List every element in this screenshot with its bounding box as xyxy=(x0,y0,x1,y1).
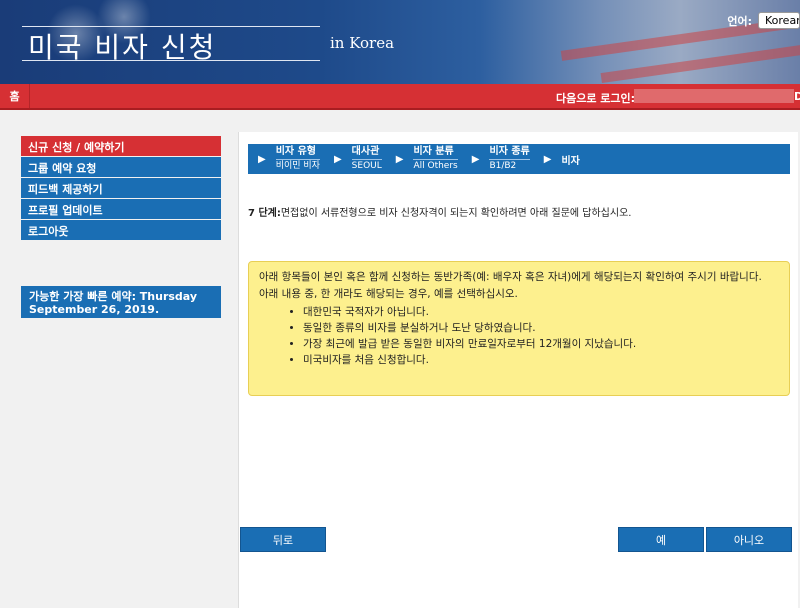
no-button[interactable]: 아니오 xyxy=(706,527,792,552)
breadcrumb-visa: ▶ 비자 xyxy=(544,152,580,167)
play-arrow-icon: ▶ xyxy=(543,153,552,165)
step-number: 7 단계: xyxy=(248,208,281,219)
sidebar-item-logout[interactable]: 로그아웃 xyxy=(21,220,221,240)
sidebar-item-new-application[interactable]: 신규 신청 / 예약하기 xyxy=(21,136,221,156)
list-item: 동일한 종류의 비자를 분실하거나 도난 당하였습니다. xyxy=(303,320,779,336)
step-instruction: 7 단계:면접없이 서류전형으로 비자 신청자격이 되는지 확인하려면 아래 질… xyxy=(248,204,631,219)
yes-button[interactable]: 예 xyxy=(618,527,704,552)
breadcrumb-visa-type: ▶ 비자 유형 비이민 비자 xyxy=(258,146,320,172)
site-header: 미국 비자 신청 in Korea 언어: Korean xyxy=(0,0,800,84)
language-label: 언어: xyxy=(727,14,752,28)
sidebar-menu: 신규 신청 / 예약하기 그룹 예약 요청 피드백 제공하기 프로필 업데이트 … xyxy=(21,136,221,241)
title-rule-bottom xyxy=(22,60,320,61)
criteria-list: 대한민국 국적자가 아닙니다. 동일한 종류의 비자를 분실하거나 도난 당하였… xyxy=(303,304,779,368)
play-arrow-icon: ▶ xyxy=(258,153,266,165)
breadcrumb-value: All Others xyxy=(413,159,458,171)
logged-in-label: 다음으로 로그인: xyxy=(556,92,636,105)
breadcrumb-embassy: ▶ 대사관 SEOUL xyxy=(334,146,382,172)
sidebar-item-feedback[interactable]: 피드백 제공하기 xyxy=(21,178,221,198)
home-link[interactable]: 홈 xyxy=(0,84,30,108)
breadcrumb-title: 대사관 xyxy=(351,146,380,157)
language-selector: 언어: Korean xyxy=(727,12,800,29)
list-item: 미국비자를 처음 신청합니다. xyxy=(303,352,779,368)
breadcrumb-visa-category: ▶ 비자 분류 All Others xyxy=(396,146,458,172)
play-arrow-icon: ▶ xyxy=(471,153,480,165)
sidebar-item-update-profile[interactable]: 프로필 업데이트 xyxy=(21,199,221,219)
list-item: 대한민국 국적자가 아닙니다. xyxy=(303,304,779,320)
breadcrumb-value: SEOUL xyxy=(351,159,382,171)
breadcrumb-title: 비자 유형 xyxy=(275,146,316,157)
redacted-username xyxy=(634,89,794,103)
breadcrumb-title: 비자 분류 xyxy=(413,146,454,157)
earliest-appointment-note: 가능한 가장 빠른 예약: Thursday September 26, 201… xyxy=(21,286,221,318)
play-arrow-icon: ▶ xyxy=(333,153,342,165)
step-text: 면접없이 서류전형으로 비자 신청자격이 되는지 확인하려면 아래 질문에 답하… xyxy=(280,208,632,219)
breadcrumb-title: 비자 종류 xyxy=(489,146,530,157)
breadcrumb-value: 비이민 비자 xyxy=(275,159,320,171)
username-tail: D xyxy=(794,90,800,103)
breadcrumb: ▶ 비자 유형 비이민 비자 ▶ 대사관 SEOUL ▶ 비자 분류 All O… xyxy=(248,144,790,174)
notice-instruction: 아래 내용 중, 한 개라도 해당되는 경우, 예를 선택하십시오. xyxy=(259,288,518,300)
eligibility-notice: 아래 항목들이 본인 혹은 함께 신청하는 동반가족(예: 배우자 혹은 자녀)… xyxy=(248,261,790,396)
language-dropdown[interactable]: Korean xyxy=(758,12,800,29)
notice-intro: 아래 항목들이 본인 혹은 함께 신청하는 동반가족(예: 배우자 혹은 자녀)… xyxy=(259,271,762,283)
back-button[interactable]: 뒤로 xyxy=(240,527,326,552)
breadcrumb-value: B1/B2 xyxy=(489,159,530,172)
top-nav-bar: 홈 다음으로 로그인: D xyxy=(0,84,800,110)
breadcrumb-title: 비자 xyxy=(561,155,580,167)
play-arrow-icon: ▶ xyxy=(395,153,404,165)
list-item: 가장 최근에 발급 받은 동일한 비자의 만료일자로부터 12개월이 지났습니다… xyxy=(303,336,779,352)
breadcrumb-visa-class: ▶ 비자 종류 B1/B2 xyxy=(472,146,530,172)
site-subtitle: in Korea xyxy=(330,34,395,52)
sidebar-item-group-appointment[interactable]: 그룹 예약 요청 xyxy=(21,157,221,177)
